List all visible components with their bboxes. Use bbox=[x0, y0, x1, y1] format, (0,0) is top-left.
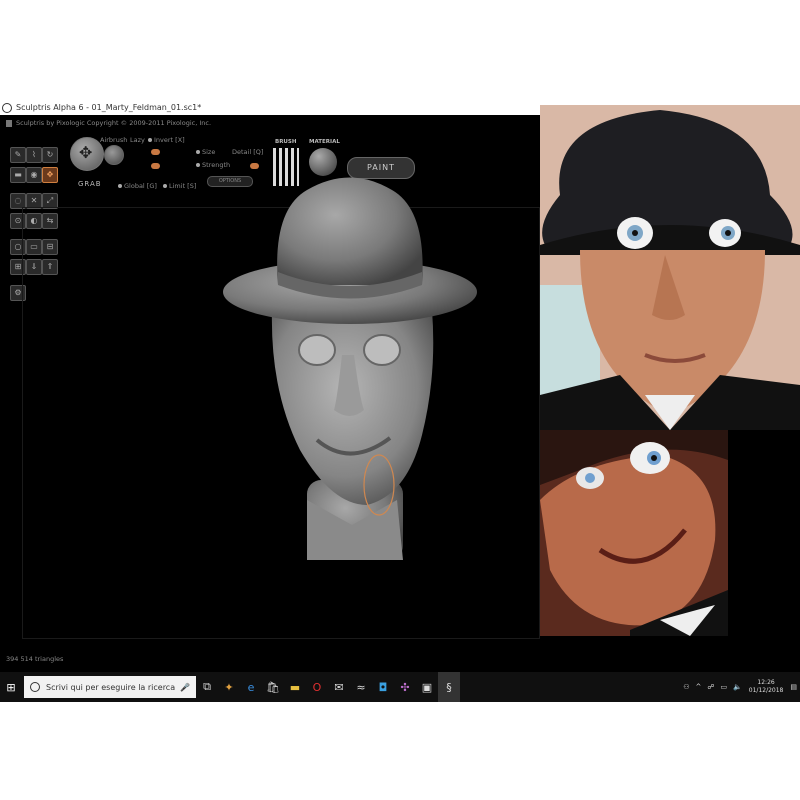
window-titlebar[interactable]: Sculptris Alpha 6 - 01_Marty_Feldman_01.… bbox=[0, 100, 540, 115]
windows-taskbar: ⊞ Scrivi qui per eseguire la ricerca 🎤 ⧉… bbox=[0, 672, 800, 702]
clock-time: 12:26 bbox=[757, 679, 775, 686]
material-label: MATERIAL bbox=[309, 139, 340, 145]
taskbar-clock[interactable]: 12:26 01/12/2018 bbox=[749, 679, 784, 695]
clock-date: 01/12/2018 bbox=[748, 687, 784, 694]
reference-photo-front bbox=[540, 105, 800, 430]
window-title: Sculptris Alpha 6 - 01_Marty_Feldman_01.… bbox=[16, 103, 202, 112]
mail-icon[interactable]: ✉ bbox=[328, 672, 350, 702]
battery-icon[interactable]: ▭ bbox=[720, 683, 727, 691]
sculpted-head-model[interactable] bbox=[222, 160, 480, 565]
crease-tool-icon[interactable]: ⌇ bbox=[26, 147, 42, 163]
store-icon[interactable]: 🛍 bbox=[262, 672, 284, 702]
app-header-text: Sculptris by Pixologic Copyright © 2009-… bbox=[16, 119, 212, 127]
inflate-tool-icon[interactable]: ◉ bbox=[26, 167, 42, 183]
system-tray: ⚇ ^ ☍ ▭ 🔈 12:26 01/12/2018 ▤ bbox=[680, 679, 800, 695]
size-option[interactable]: Size bbox=[196, 148, 215, 156]
limit-option[interactable]: Limit [S] bbox=[163, 182, 196, 190]
lazy-slider-knob[interactable] bbox=[151, 149, 160, 155]
grab-tool-icon[interactable]: ✥ bbox=[42, 167, 58, 183]
lazy-option[interactable]: Lazy bbox=[130, 136, 145, 144]
photos-app-icon[interactable]: ▣ bbox=[416, 672, 438, 702]
size-radio-icon bbox=[196, 150, 200, 154]
edge-browser-icon[interactable]: e bbox=[240, 672, 262, 702]
cortana-icon bbox=[30, 682, 40, 692]
task-view-icon[interactable]: ⧉ bbox=[196, 672, 218, 702]
app-header: Sculptris by Pixologic Copyright © 2009-… bbox=[6, 119, 211, 127]
notifications-icon[interactable]: ▤ bbox=[790, 683, 797, 691]
flatten-tool-icon[interactable]: ▬ bbox=[10, 167, 26, 183]
volume-icon[interactable]: 🔈 bbox=[733, 683, 742, 691]
pinned-app-4-icon[interactable]: ✣ bbox=[394, 672, 416, 702]
invert-option[interactable]: Invert [X] bbox=[148, 136, 185, 144]
invert-checkbox-icon bbox=[148, 138, 152, 142]
detail-option[interactable]: Detail [Q] bbox=[232, 148, 263, 156]
pixologic-logo-icon bbox=[6, 119, 12, 127]
size-slider-knob[interactable] bbox=[151, 163, 160, 169]
windows-start-icon[interactable]: ⊞ bbox=[0, 672, 22, 702]
file-explorer-icon[interactable]: ▬ bbox=[284, 672, 306, 702]
people-icon[interactable]: ⚇ bbox=[683, 683, 689, 691]
show-hidden-icons-icon[interactable]: ^ bbox=[695, 683, 701, 691]
opera-browser-icon[interactable]: O bbox=[306, 672, 328, 702]
network-icon[interactable]: ☍ bbox=[707, 683, 714, 691]
pinned-app-2-icon[interactable]: ≈ bbox=[350, 672, 372, 702]
sculptris-taskbar-icon[interactable]: § bbox=[438, 672, 460, 702]
rotate-tool-icon[interactable]: ↻ bbox=[42, 147, 58, 163]
sculptris-app-icon bbox=[2, 102, 12, 113]
global-option[interactable]: Global [G] bbox=[118, 182, 157, 190]
reference-photo-smile bbox=[540, 430, 728, 636]
brush-label: BRUSH bbox=[275, 139, 297, 145]
pinned-app-icon[interactable]: ✦ bbox=[218, 672, 240, 702]
search-placeholder: Scrivi qui per eseguire la ricerca bbox=[46, 682, 176, 692]
global-checkbox-icon bbox=[118, 184, 122, 188]
triangle-count: 394 514 triangles bbox=[6, 655, 64, 663]
taskbar-search-input[interactable]: Scrivi qui per eseguire la ricerca 🎤 bbox=[24, 676, 196, 698]
grab-brush-wheel-icon[interactable] bbox=[70, 137, 104, 171]
microphone-icon[interactable]: 🎤 bbox=[180, 683, 190, 692]
airbrush-option[interactable]: Airbrush bbox=[100, 136, 127, 144]
grab-label: GRAB bbox=[78, 180, 102, 188]
draw-tool-icon[interactable]: ✎ bbox=[10, 147, 26, 163]
pinned-app-3-icon[interactable]: ◘ bbox=[372, 672, 394, 702]
brush-falloff-wheel-icon[interactable] bbox=[104, 145, 124, 165]
limit-checkbox-icon bbox=[163, 184, 167, 188]
strength-radio-icon bbox=[196, 163, 200, 167]
